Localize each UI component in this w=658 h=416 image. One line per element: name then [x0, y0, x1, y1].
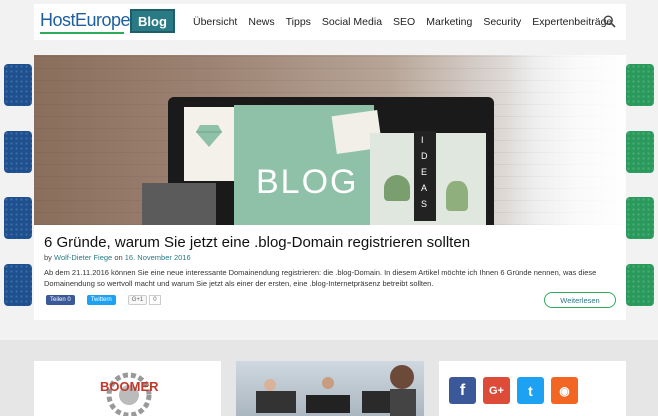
nav-item-expertenbeitraege[interactable]: Expertenbeiträge [532, 16, 612, 28]
byline-on: on [114, 253, 123, 262]
ideas-letter: A [421, 183, 428, 193]
ideas-letter: I [421, 135, 424, 145]
blog-home-button[interactable]: Blog [130, 9, 175, 33]
image-fade [506, 55, 626, 225]
search-icon[interactable] [603, 15, 616, 28]
byline-prefix: by [44, 253, 52, 262]
gear-logo-image: BOOMER [100, 372, 159, 416]
main-nav: Übersicht News Tipps Social Media SEO Ma… [193, 4, 623, 40]
read-more-button[interactable]: Weiterlesen [544, 292, 616, 308]
ideas-letter: S [421, 199, 428, 209]
social-follow-card: f G+ t ◉ [439, 361, 626, 416]
article-title[interactable]: 6 Gründe, warum Sie jetzt eine .blog-Dom… [44, 234, 470, 251]
nav-item-seo[interactable]: SEO [393, 16, 415, 28]
nav-item-marketing[interactable]: Marketing [426, 16, 472, 28]
featured-article: BLOG I D E A S 6 Gründe, warum Sie jetzt… [34, 55, 626, 320]
logo-text: HostEurope [40, 10, 131, 30]
nav-item-tipps[interactable]: Tipps [286, 16, 311, 28]
rss-icon[interactable]: ◉ [551, 377, 578, 404]
side-banner-left[interactable] [4, 264, 32, 306]
svg-text:BOOMER: BOOMER [100, 379, 159, 394]
plant-pot-graphic [446, 181, 468, 211]
article-excerpt: Ab dem 21.11.2016 können Sie eine neue i… [44, 268, 597, 288]
side-banner-right[interactable] [626, 264, 654, 306]
twitter-share-button[interactable]: Twittern [86, 295, 116, 305]
article-byline: by Wolf-Dieter Fiege on 16. November 201… [44, 253, 191, 262]
nav-item-uebersicht[interactable]: Übersicht [193, 16, 237, 28]
article-card[interactable] [236, 361, 424, 416]
nav-item-security[interactable]: Security [483, 16, 521, 28]
ideas-letter: E [421, 167, 428, 177]
facebook-share-button[interactable]: Teilen 0 [46, 295, 75, 305]
twitter-icon[interactable]: t [517, 377, 544, 404]
host-europe-logo[interactable]: HostEurope [40, 10, 131, 34]
nav-item-news[interactable]: News [248, 16, 274, 28]
date-link[interactable]: 16. November 2016 [125, 253, 191, 262]
plant-pot-graphic [384, 175, 410, 201]
featured-article-body: 6 Gründe, warum Sie jetzt eine .blog-Dom… [34, 225, 626, 320]
blog-image-word: BLOG [256, 163, 359, 201]
google-plus-icon[interactable]: G+ [483, 377, 510, 404]
ideas-letter: D [421, 151, 428, 161]
side-banner-left[interactable] [4, 197, 32, 239]
photo-card-graphic [142, 183, 216, 225]
nav-item-social-media[interactable]: Social Media [322, 16, 382, 28]
article-card[interactable]: BOOMER [34, 361, 221, 416]
office-photo [236, 361, 424, 416]
side-banner-right[interactable] [626, 64, 654, 106]
side-banner-left[interactable] [4, 131, 32, 173]
featured-article-image[interactable]: BLOG I D E A S [34, 55, 626, 225]
site-header: HostEurope Blog Übersicht News Tipps Soc… [34, 4, 626, 40]
gplus-count: 0 [149, 295, 161, 305]
gplus-share-button[interactable]: G+1 [127, 295, 148, 305]
side-banner-left[interactable] [4, 64, 32, 106]
side-banner-right[interactable] [626, 197, 654, 239]
facebook-icon[interactable]: f [449, 377, 476, 404]
logo-underline [40, 32, 124, 34]
share-bar: Teilen 0 Twittern G+1 0 [46, 294, 161, 306]
side-banner-right[interactable] [626, 131, 654, 173]
diamond-icon [196, 125, 222, 147]
author-link[interactable]: Wolf-Dieter Fiege [54, 253, 112, 262]
